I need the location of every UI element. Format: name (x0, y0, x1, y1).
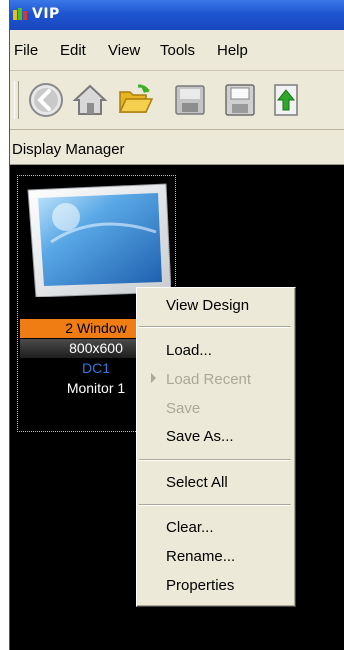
save-icon[interactable] (220, 80, 260, 120)
menu-tools[interactable]: Tools (160, 42, 195, 59)
open-folder-icon[interactable] (116, 80, 156, 120)
menu-help[interactable]: Help (217, 42, 248, 59)
menu-rename[interactable]: Rename... (166, 548, 235, 565)
context-menu: View Design Load... Load Recent Save Sav… (136, 287, 296, 607)
menu-properties[interactable]: Properties (166, 577, 234, 594)
menu-save-as[interactable]: Save As... (166, 428, 234, 445)
menu-load[interactable]: Load... (166, 342, 212, 359)
toolbar (10, 71, 344, 130)
menu-view[interactable]: View (108, 42, 140, 59)
title-bar[interactable]: VIP (10, 0, 344, 30)
menu-bar: File Edit View Tools Help (10, 30, 344, 71)
menu-separator (139, 326, 291, 328)
menu-separator (139, 504, 291, 506)
menu-select-all[interactable]: Select All (166, 474, 228, 491)
panel-title: Display Manager (12, 141, 125, 158)
app-logo-icon (13, 8, 27, 20)
submenu-arrow-icon (151, 373, 156, 383)
menu-view-design[interactable]: View Design (166, 297, 249, 314)
window-title: VIP (32, 6, 60, 22)
menu-edit[interactable]: Edit (60, 42, 86, 59)
menu-save[interactable]: Save (166, 400, 200, 417)
monitor-icon (27, 183, 171, 297)
disk-image-icon[interactable] (170, 80, 210, 120)
home-icon[interactable] (70, 80, 110, 120)
vip-window: VIP File Edit View Tools Help Display Ma… (9, 0, 344, 650)
menu-clear[interactable]: Clear... (166, 519, 214, 536)
export-icon[interactable] (266, 80, 306, 120)
menu-file[interactable]: File (14, 42, 38, 59)
menu-separator (139, 459, 291, 461)
menu-load-recent[interactable]: Load Recent (166, 371, 251, 388)
back-icon[interactable] (26, 80, 66, 120)
toolbar-grip[interactable] (14, 81, 19, 119)
panel-header: Display Manager (10, 130, 344, 165)
